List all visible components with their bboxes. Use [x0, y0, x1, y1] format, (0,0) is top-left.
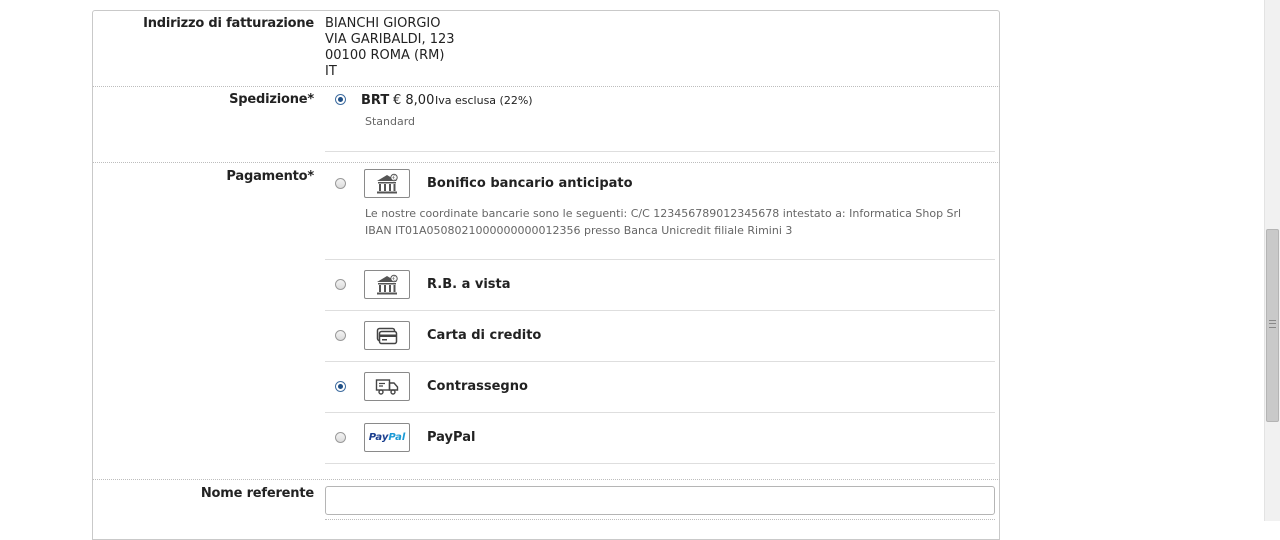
shipping-radio-brt[interactable] — [335, 94, 346, 105]
paypal-logo-icon: PayPal — [364, 423, 410, 452]
billing-address-city: 00100 ROMA (RM) — [325, 48, 445, 63]
payment-option-contrassegno-label[interactable]: Contrassegno — [427, 379, 528, 394]
payment-divider — [325, 259, 995, 260]
billing-address-name: BIANCHI GIORGIO — [325, 16, 441, 31]
payment-option-paypal-label[interactable]: PayPal — [427, 430, 475, 445]
billing-address-street: VIA GARIBALDI, 123 — [325, 32, 455, 47]
row-divider — [93, 162, 1000, 163]
payment-divider — [325, 412, 995, 413]
shipping-option-description: Standard — [365, 115, 416, 128]
row-divider — [93, 479, 1000, 480]
checkout-summary-panel — [92, 10, 1000, 540]
paypal-logo: PayPal — [368, 432, 406, 443]
scrollbar-grip-icon — [1269, 320, 1276, 328]
shipping-option-name[interactable]: BRT — [361, 93, 389, 108]
payment-radio-contrassegno[interactable] — [335, 381, 346, 392]
payment-label: Pagamento* — [226, 169, 314, 184]
svg-text:€: € — [392, 276, 395, 282]
payment-divider — [325, 463, 995, 464]
payment-option-bonifico-label[interactable]: Bonifico bancario anticipato — [427, 176, 633, 191]
shipping-divider — [325, 151, 995, 152]
row-divider — [93, 86, 1000, 87]
billing-address-label: Indirizzo di fatturazione — [143, 16, 314, 31]
payment-radio-credit-card[interactable] — [335, 330, 346, 341]
shipping-option-price: € 8,00 — [393, 93, 435, 108]
payment-option-rb-label[interactable]: R.B. a vista — [427, 277, 511, 292]
payment-divider — [325, 361, 995, 362]
payment-option-credit-card-label[interactable]: Carta di credito — [427, 328, 541, 343]
input-divider — [325, 519, 995, 520]
shipping-label: Spedizione* — [229, 92, 314, 107]
billing-address-country: IT — [325, 64, 337, 79]
bank-icon: € — [364, 169, 410, 198]
svg-text:€: € — [392, 175, 395, 181]
credit-card-icon — [364, 321, 410, 350]
bank-icon: € — [364, 270, 410, 299]
payment-radio-rb[interactable] — [335, 279, 346, 290]
shipping-option-vat-note: Iva esclusa (22%) — [435, 94, 533, 107]
payment-option-bonifico-description: Le nostre coordinate bancarie sono le se… — [365, 207, 962, 237]
referent-name-input[interactable] — [325, 486, 995, 515]
payment-radio-paypal[interactable] — [335, 432, 346, 443]
payment-divider — [325, 310, 995, 311]
delivery-truck-icon — [364, 372, 410, 401]
payment-radio-bonifico[interactable] — [335, 178, 346, 189]
billing-address: BIANCHI GIORGIO VIA GARIBALDI, 123 00100… — [325, 16, 455, 80]
referent-name-label: Nome referente — [200, 486, 314, 501]
